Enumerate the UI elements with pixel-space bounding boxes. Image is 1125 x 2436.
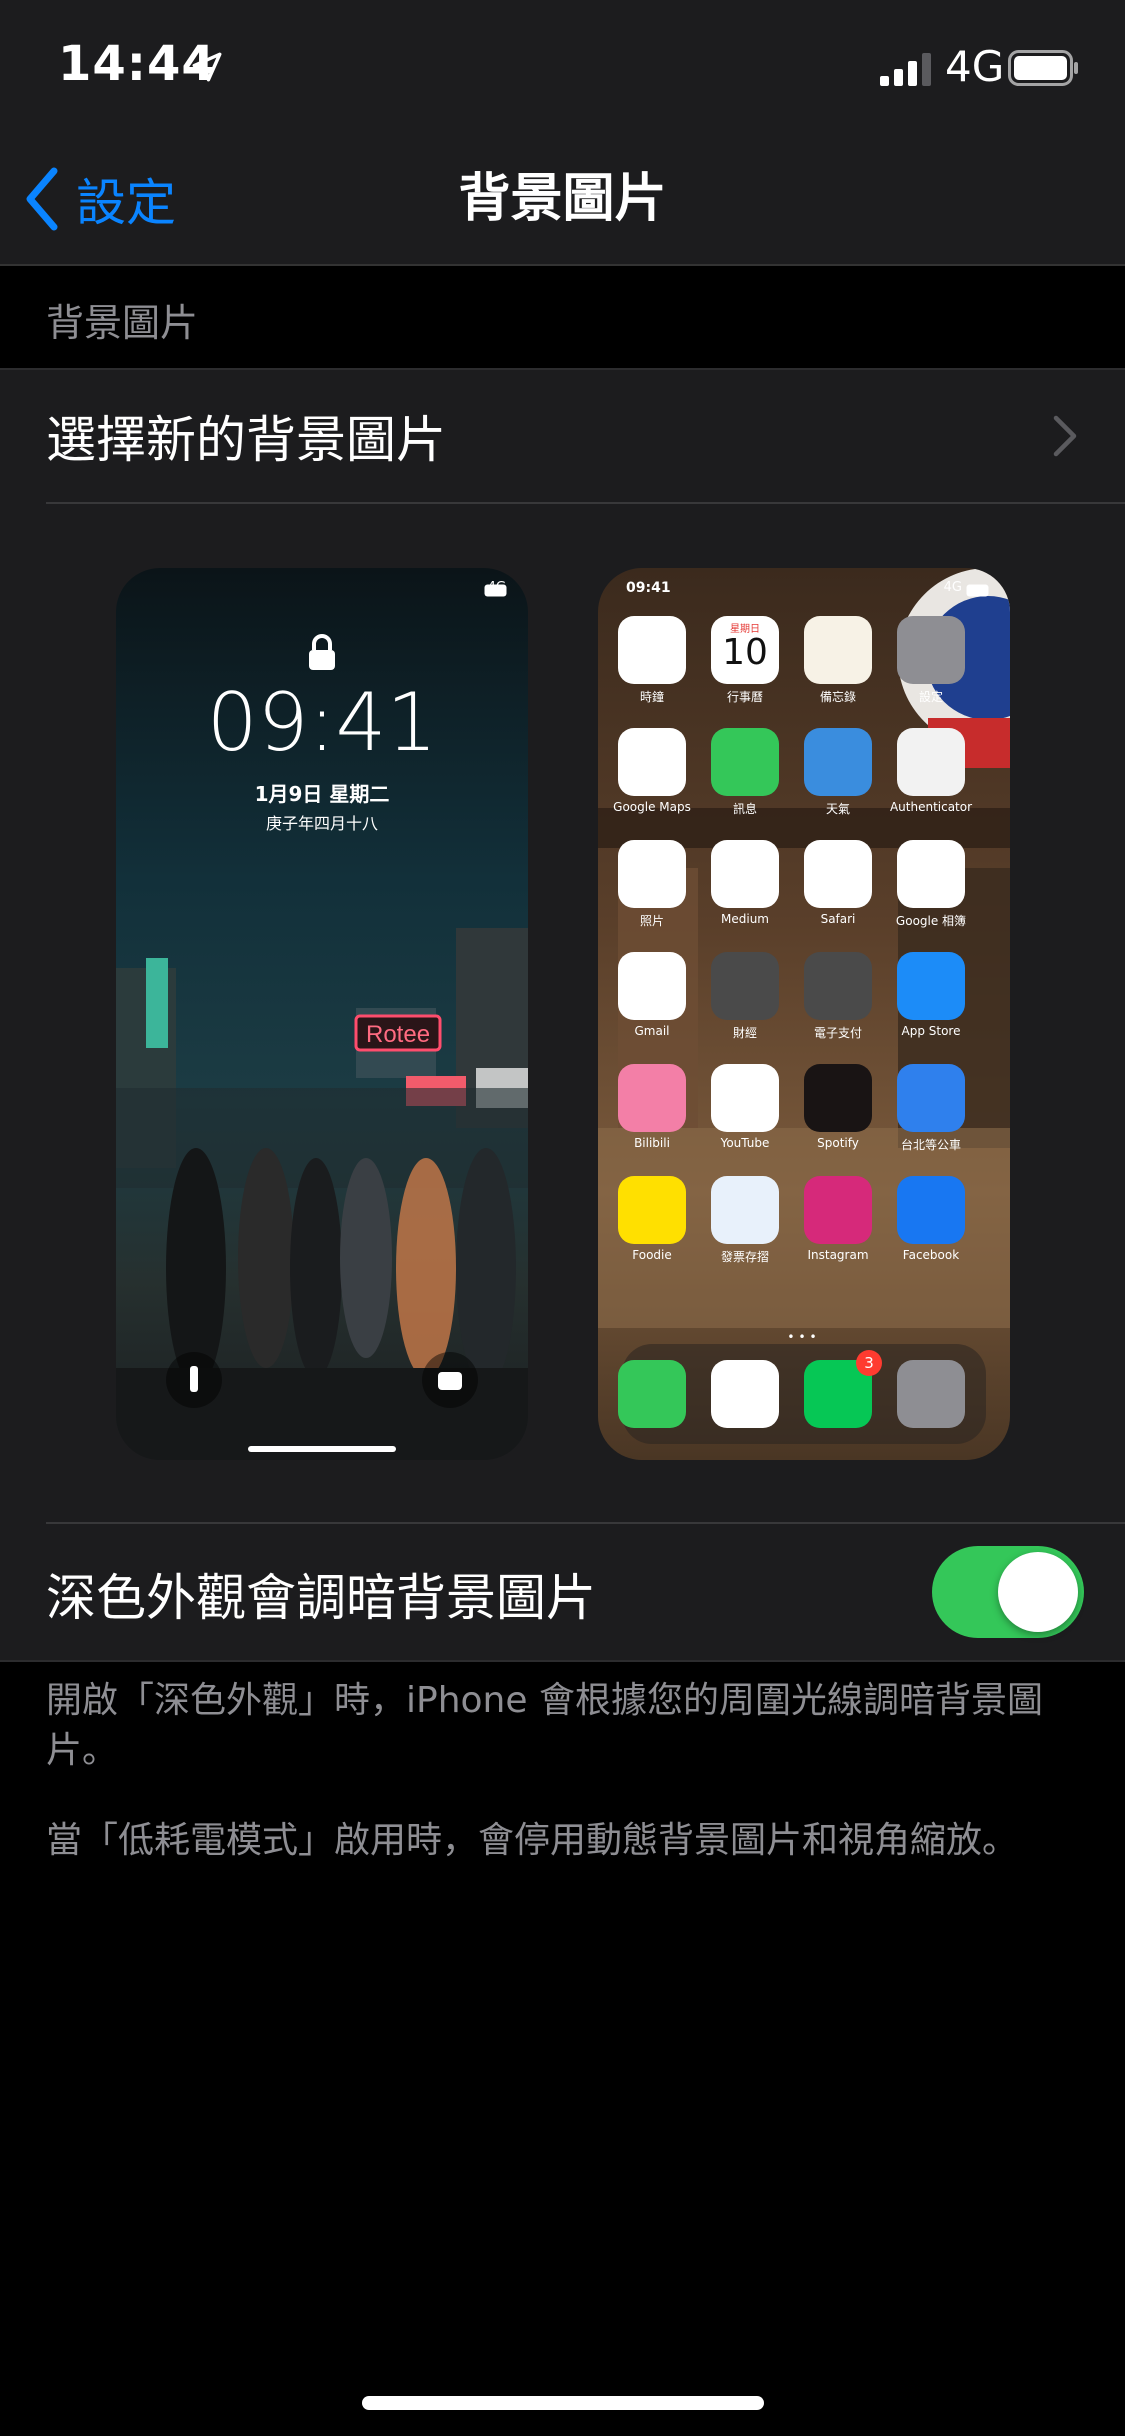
app-label: 發票存摺 — [720, 1250, 769, 1264]
app-label: Gmail — [634, 1024, 670, 1038]
app-label: 設定 — [918, 690, 943, 704]
padlock-icon — [309, 634, 335, 670]
battery-icon — [1008, 50, 1078, 86]
lock-screen-preview[interactable]: Rotee 4G 09:41 1月9日 星期二 庚子年四月十八 — [116, 568, 528, 1460]
page-dots: ••• — [787, 1330, 821, 1344]
dark-appearance-dims-wallpaper-label: 深色外觀會調暗背景圖片 — [46, 1569, 596, 1627]
location-arrow-icon — [192, 52, 222, 82]
app-store-icon — [897, 952, 965, 1020]
calendar-day-number: 10 — [722, 632, 768, 673]
instagram-icon — [804, 1176, 872, 1244]
app-label: Instagram — [807, 1248, 869, 1262]
home-indicator — [362, 2396, 764, 2410]
phone-icon — [618, 1360, 686, 1428]
app-label: App Store — [901, 1024, 961, 1038]
payment-folder-icon — [804, 952, 872, 1020]
lock-date: 1月9日 星期二 — [254, 782, 390, 806]
notification-badge: 3 — [856, 1350, 882, 1376]
google-photos-icon — [897, 840, 965, 908]
home-time: 09:41 — [626, 580, 671, 596]
messages-icon — [711, 728, 779, 796]
divider — [46, 502, 1125, 504]
app-label: Google 相簿 — [895, 914, 967, 928]
safari-icon — [804, 840, 872, 908]
divider — [46, 1522, 1125, 1524]
network-type: 4G — [945, 42, 1005, 91]
settings-icon — [897, 616, 965, 684]
youtube-icon — [711, 1064, 779, 1132]
app-label: 備忘錄 — [819, 690, 856, 704]
facebook-icon — [897, 1176, 965, 1244]
svg-text:Rotee: Rotee — [366, 1021, 430, 1048]
lock-battery-icon — [484, 584, 507, 597]
lock-time: 09:41 — [206, 676, 438, 769]
app-label: 台北等公車 — [900, 1138, 961, 1152]
page-title: 背景圖片 — [458, 169, 667, 229]
app-label: Bilibili — [634, 1136, 670, 1150]
foodie-icon — [618, 1176, 686, 1244]
app-label: 照片 — [639, 914, 664, 928]
app-label: 電子支付 — [813, 1026, 862, 1040]
authenticator-icon — [897, 728, 965, 796]
photos-icon — [618, 840, 686, 908]
home-screen-preview[interactable]: 09:41 4G 時鐘 行事曆 備忘錄 設定 Google Maps 訊息 天氣 Authen… — [598, 568, 1010, 1460]
home-battery-icon — [966, 584, 989, 597]
spotify-icon — [804, 1064, 872, 1132]
invoice-icon — [711, 1176, 779, 1244]
chevron-right-icon — [1053, 415, 1077, 457]
app-label: 天氣 — [825, 802, 850, 816]
section-header: 背景圖片 — [46, 301, 199, 345]
toggle-knob — [998, 1552, 1078, 1632]
clock-icon — [618, 616, 686, 684]
app-label: 訊息 — [732, 802, 757, 816]
app-label: Medium — [721, 912, 769, 926]
app-label: Safari — [820, 912, 856, 926]
bus-icon — [897, 1064, 965, 1132]
app-label: Authenticator — [889, 800, 973, 814]
weather-icon — [804, 728, 872, 796]
finance-folder-icon — [711, 952, 779, 1020]
app-label: 時鐘 — [639, 690, 664, 704]
app-label: Spotify — [817, 1136, 859, 1150]
camera-icon — [897, 1360, 965, 1428]
gmail-icon — [618, 952, 686, 1020]
notes-icon — [804, 616, 872, 684]
maps-icon — [618, 728, 686, 796]
dark-appearance-dims-wallpaper-toggle[interactable] — [932, 1546, 1084, 1638]
footnote-low-power: 當「低耗電模式」啟用時，會停用動態背景圖片和視角縮放。 — [46, 1820, 1019, 1861]
choose-new-wallpaper-row[interactable]: 選擇新的背景圖片 — [46, 400, 446, 472]
bilibili-icon — [618, 1064, 686, 1132]
app-label: 行事曆 — [726, 690, 763, 704]
home-network: 4G — [943, 580, 962, 595]
messenger-icon — [711, 1360, 779, 1428]
app-label: Facebook — [902, 1248, 960, 1262]
app-label: 財經 — [732, 1026, 757, 1040]
app-label: Google Maps — [613, 800, 691, 814]
app-label: Foodie — [632, 1248, 672, 1262]
footnote-dark-appearance: 開啟「深色外觀」時，iPhone 會根據您的周圍光線調暗背景圖片。 — [46, 1680, 1043, 1771]
lock-lunar-date: 庚子年四月十八 — [265, 814, 378, 833]
app-label: YouTube — [720, 1136, 770, 1150]
medium-icon — [711, 840, 779, 908]
cellular-signal-icon — [880, 53, 931, 86]
